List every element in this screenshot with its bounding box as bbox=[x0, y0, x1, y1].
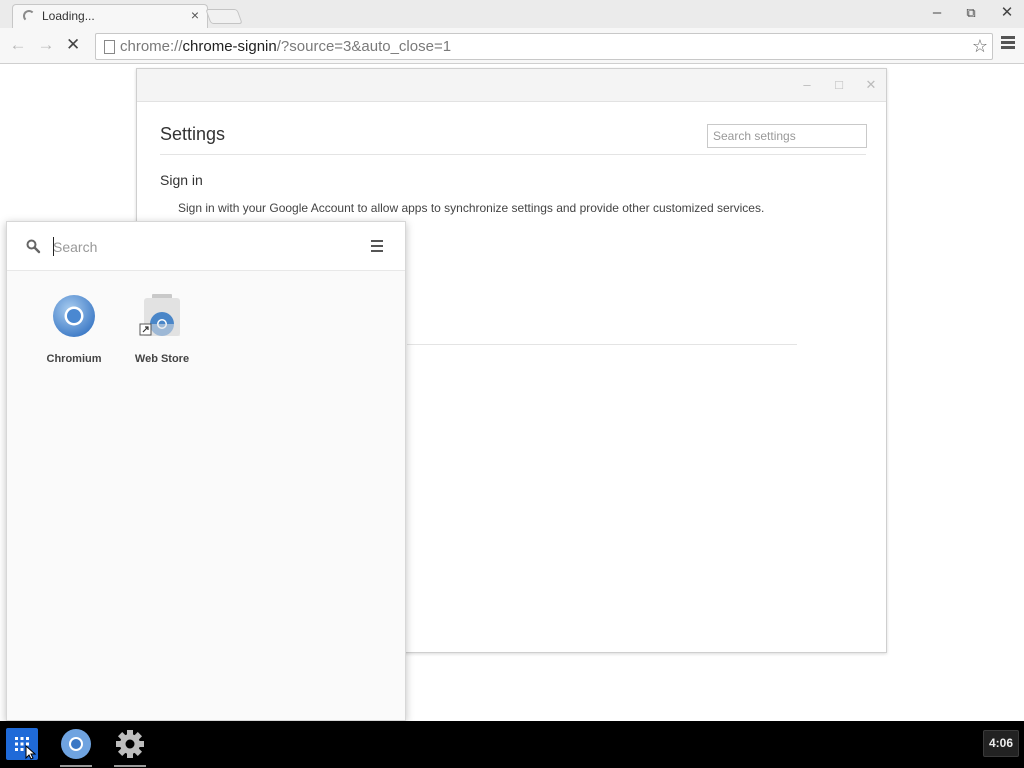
app-label-chromium: Chromium bbox=[46, 353, 102, 365]
address-bar[interactable]: chrome://chrome-signin/?source=3&auto_cl… bbox=[95, 33, 993, 60]
back-arrow-icon[interactable]: ← bbox=[8, 36, 28, 54]
tab-strip: Loading... × – ⧉ ✕ bbox=[0, 0, 1024, 28]
sign-in-heading: Sign in bbox=[160, 172, 203, 188]
settings-title: Settings bbox=[160, 124, 226, 144]
browser-menu-icon[interactable] bbox=[1001, 36, 1015, 51]
close-window-icon[interactable]: ✕ bbox=[995, 4, 1019, 22]
tab-close-icon[interactable]: × bbox=[191, 7, 199, 23]
divider bbox=[160, 154, 866, 155]
tab-title: Loading... bbox=[42, 9, 95, 23]
url-host: chrome-signin bbox=[182, 38, 277, 55]
app-tile-chromium[interactable]: Chromium bbox=[38, 294, 110, 365]
divider bbox=[407, 344, 797, 345]
sign-in-description: Sign in with your Google Account to allo… bbox=[178, 201, 765, 215]
running-indicator bbox=[114, 765, 146, 767]
browser-tab[interactable]: Loading... × bbox=[12, 4, 208, 28]
chromium-icon bbox=[53, 295, 95, 337]
loading-spinner-icon bbox=[23, 10, 35, 22]
minimize-window-icon[interactable]: – bbox=[925, 4, 949, 22]
shelf-settings-button[interactable] bbox=[113, 727, 147, 761]
settings-close-icon[interactable]: ✕ bbox=[862, 77, 880, 93]
app-launcher: Chromium Web Store bbox=[6, 221, 406, 721]
url-path: /?source=3&auto_close=1 bbox=[276, 38, 452, 55]
running-indicator bbox=[60, 765, 92, 767]
search-icon bbox=[26, 239, 41, 254]
launcher-search-input[interactable] bbox=[53, 236, 353, 258]
system-clock[interactable]: 4:06 bbox=[983, 730, 1019, 757]
launcher-menu-icon[interactable] bbox=[371, 240, 383, 255]
settings-minimize-icon[interactable]: – bbox=[798, 77, 816, 93]
settings-gear-icon bbox=[116, 730, 144, 758]
stop-loading-icon[interactable]: ✕ bbox=[66, 36, 80, 54]
launcher-search-bar bbox=[7, 222, 405, 271]
forward-arrow-icon[interactable]: → bbox=[36, 36, 56, 54]
app-launcher-icon bbox=[15, 737, 37, 760]
app-launcher-button[interactable] bbox=[6, 728, 38, 760]
settings-titlebar: – □ ✕ bbox=[137, 69, 886, 102]
web-store-icon bbox=[139, 294, 180, 336]
restore-window-icon[interactable]: ⧉ bbox=[959, 4, 983, 22]
chromium-icon bbox=[61, 729, 91, 759]
search-settings-input[interactable]: Search settings bbox=[707, 124, 867, 148]
page-icon bbox=[104, 40, 115, 54]
app-tile-web-store[interactable]: Web Store bbox=[126, 294, 198, 365]
url-text[interactable]: chrome://chrome-signin/?source=3&auto_cl… bbox=[120, 38, 451, 55]
browser-toolbar: ← → ✕ chrome://chrome-signin/?source=3&a… bbox=[0, 28, 1024, 64]
shelf-chromium-button[interactable] bbox=[59, 727, 93, 761]
settings-maximize-icon[interactable]: □ bbox=[830, 77, 848, 93]
new-tab-button[interactable] bbox=[205, 9, 243, 24]
shelf: 4:06 bbox=[0, 721, 1024, 768]
desktop: Loading... × – ⧉ ✕ ← → ✕ chrome://chrome… bbox=[0, 0, 1024, 768]
bookmark-star-icon[interactable]: ☆ bbox=[972, 36, 988, 56]
text-cursor bbox=[53, 237, 54, 256]
url-scheme: chrome:// bbox=[120, 38, 183, 55]
app-label-web-store: Web Store bbox=[134, 353, 190, 365]
